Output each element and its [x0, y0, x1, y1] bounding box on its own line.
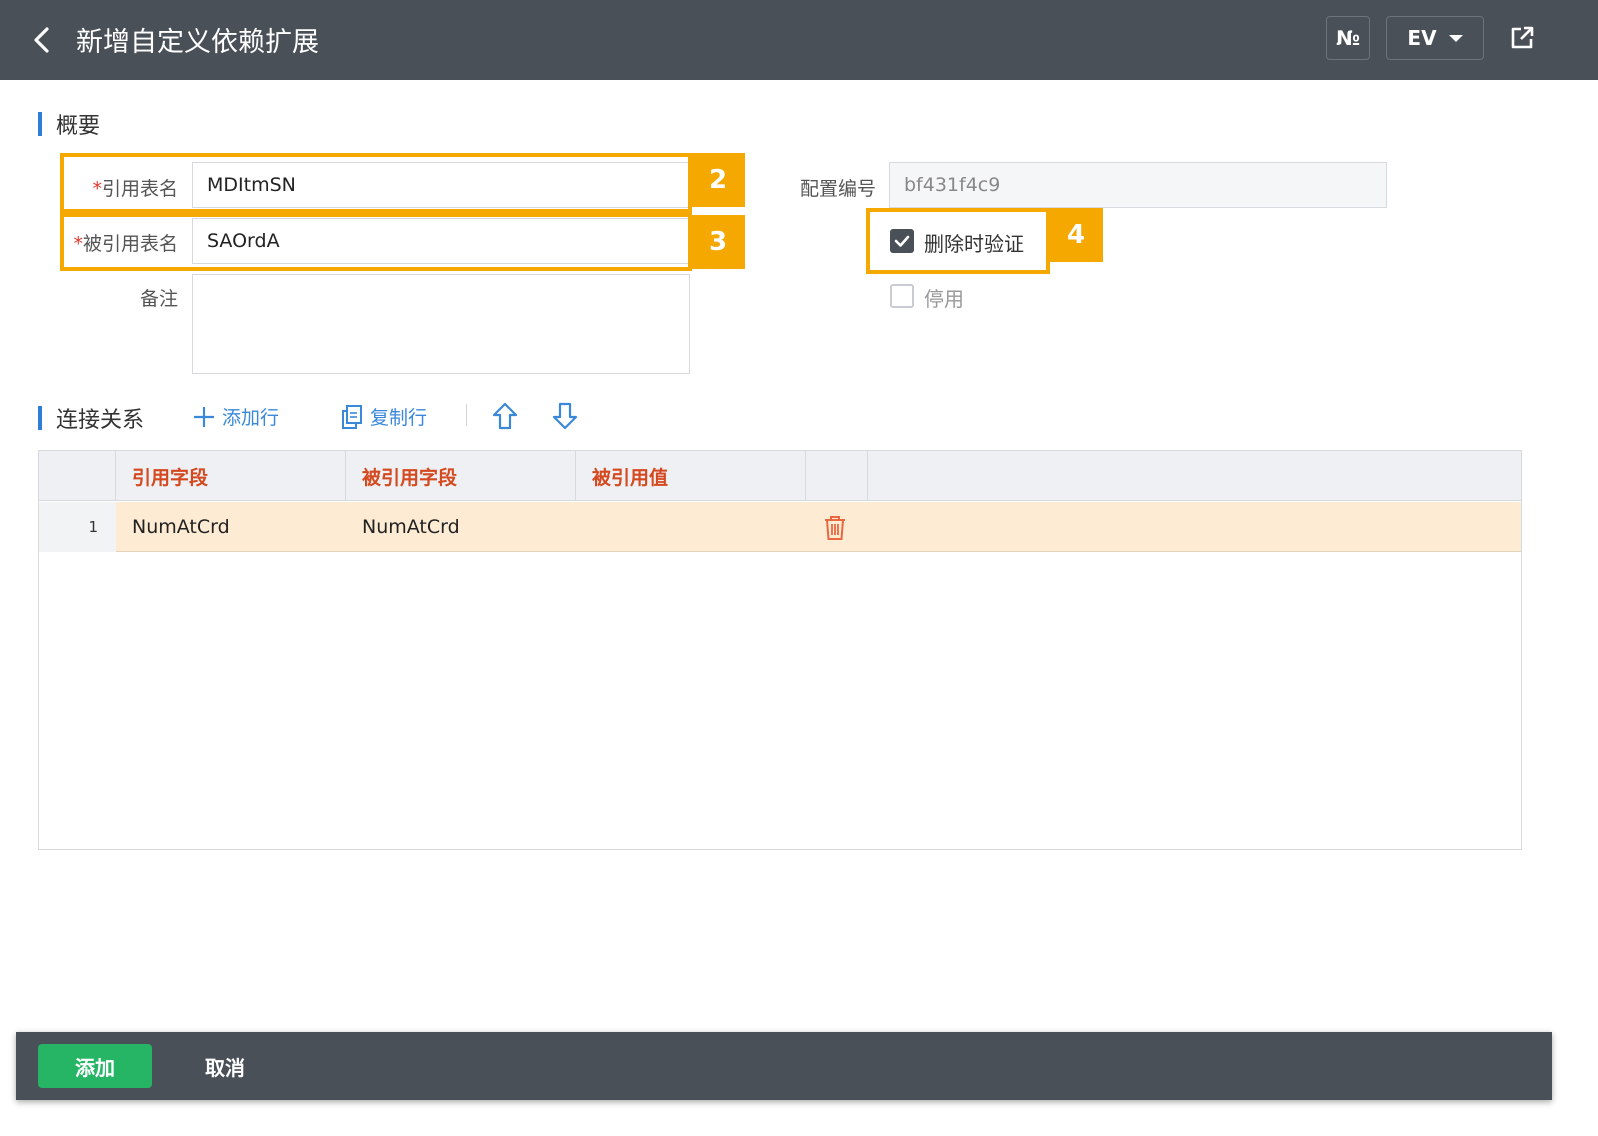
header-bar: 新增自定义依赖扩展 № EV [0, 0, 1598, 80]
trash-icon[interactable] [823, 514, 847, 542]
callout-box-ref-table [60, 153, 692, 213]
move-up-icon[interactable] [492, 402, 518, 430]
toolbar-divider [466, 404, 467, 426]
number-label: № [1335, 26, 1361, 50]
cancel-button[interactable]: 取消 [192, 1044, 258, 1088]
relations-title-text: 连接关系 [56, 408, 145, 433]
callout-badge: 3 [691, 215, 745, 269]
summary-section-title: 概要 [38, 108, 100, 140]
remark-label: 备注 [139, 288, 178, 310]
number-button[interactable]: № [1326, 16, 1370, 60]
cell-referenced-value[interactable] [576, 502, 806, 552]
back-chevron-icon[interactable] [30, 26, 54, 54]
section-accent-bar [38, 112, 42, 136]
callout-box-validate [866, 208, 1050, 274]
plus-icon [194, 406, 214, 427]
callout-box-referenced-table [60, 213, 692, 271]
copy-row-label: 复制行 [370, 407, 428, 429]
add-button[interactable]: 添加 [38, 1044, 152, 1088]
external-link-icon[interactable] [1508, 24, 1536, 52]
footer-bar: 添加 取消 [16, 1032, 1552, 1100]
row-number: 1 [39, 502, 116, 552]
environment-label: EV [1407, 26, 1437, 50]
config-no-value: bf431f4c9 [904, 174, 1001, 196]
remark-textarea[interactable] [192, 274, 690, 374]
add-row-button[interactable]: 添加行 [192, 403, 279, 430]
cell-ref-field[interactable]: NumAtCrd [116, 502, 346, 552]
config-no-input: bf431f4c9 [889, 162, 1387, 208]
table-row[interactable]: 1 NumAtCrd NumAtCrd [39, 502, 1521, 552]
environment-dropdown[interactable]: EV [1386, 16, 1484, 60]
summary-title-text: 概要 [56, 114, 101, 139]
copy-row-button[interactable]: 复制行 [340, 403, 427, 430]
section-accent-bar [38, 406, 42, 430]
config-no-label: 配置编号 [799, 178, 876, 200]
callout-badge: 4 [1049, 208, 1103, 262]
callout-badge: 2 [691, 153, 745, 207]
column-header-ref-field[interactable]: 引用字段 [116, 451, 346, 501]
column-header-referenced-field[interactable]: 被引用字段 [346, 451, 576, 501]
column-header-actions [806, 451, 868, 501]
relations-section-title: 连接关系 [38, 402, 144, 434]
relations-grid: 引用字段 被引用字段 被引用值 1 NumAtCrd NumAtCrd [38, 450, 1522, 850]
grid-header-rownum [39, 451, 116, 501]
disabled-label: 停用 [924, 287, 964, 311]
disabled-checkbox[interactable] [890, 284, 914, 308]
caret-down-icon [1448, 34, 1463, 42]
cell-referenced-field[interactable]: NumAtCrd [346, 502, 576, 552]
page-title: 新增自定义依赖扩展 [76, 27, 319, 58]
column-header-referenced-value[interactable]: 被引用值 [576, 451, 806, 501]
grid-header: 引用字段 被引用字段 被引用值 [39, 451, 1521, 501]
copy-icon [342, 404, 362, 429]
add-row-label: 添加行 [222, 407, 280, 429]
move-down-icon[interactable] [552, 402, 578, 430]
